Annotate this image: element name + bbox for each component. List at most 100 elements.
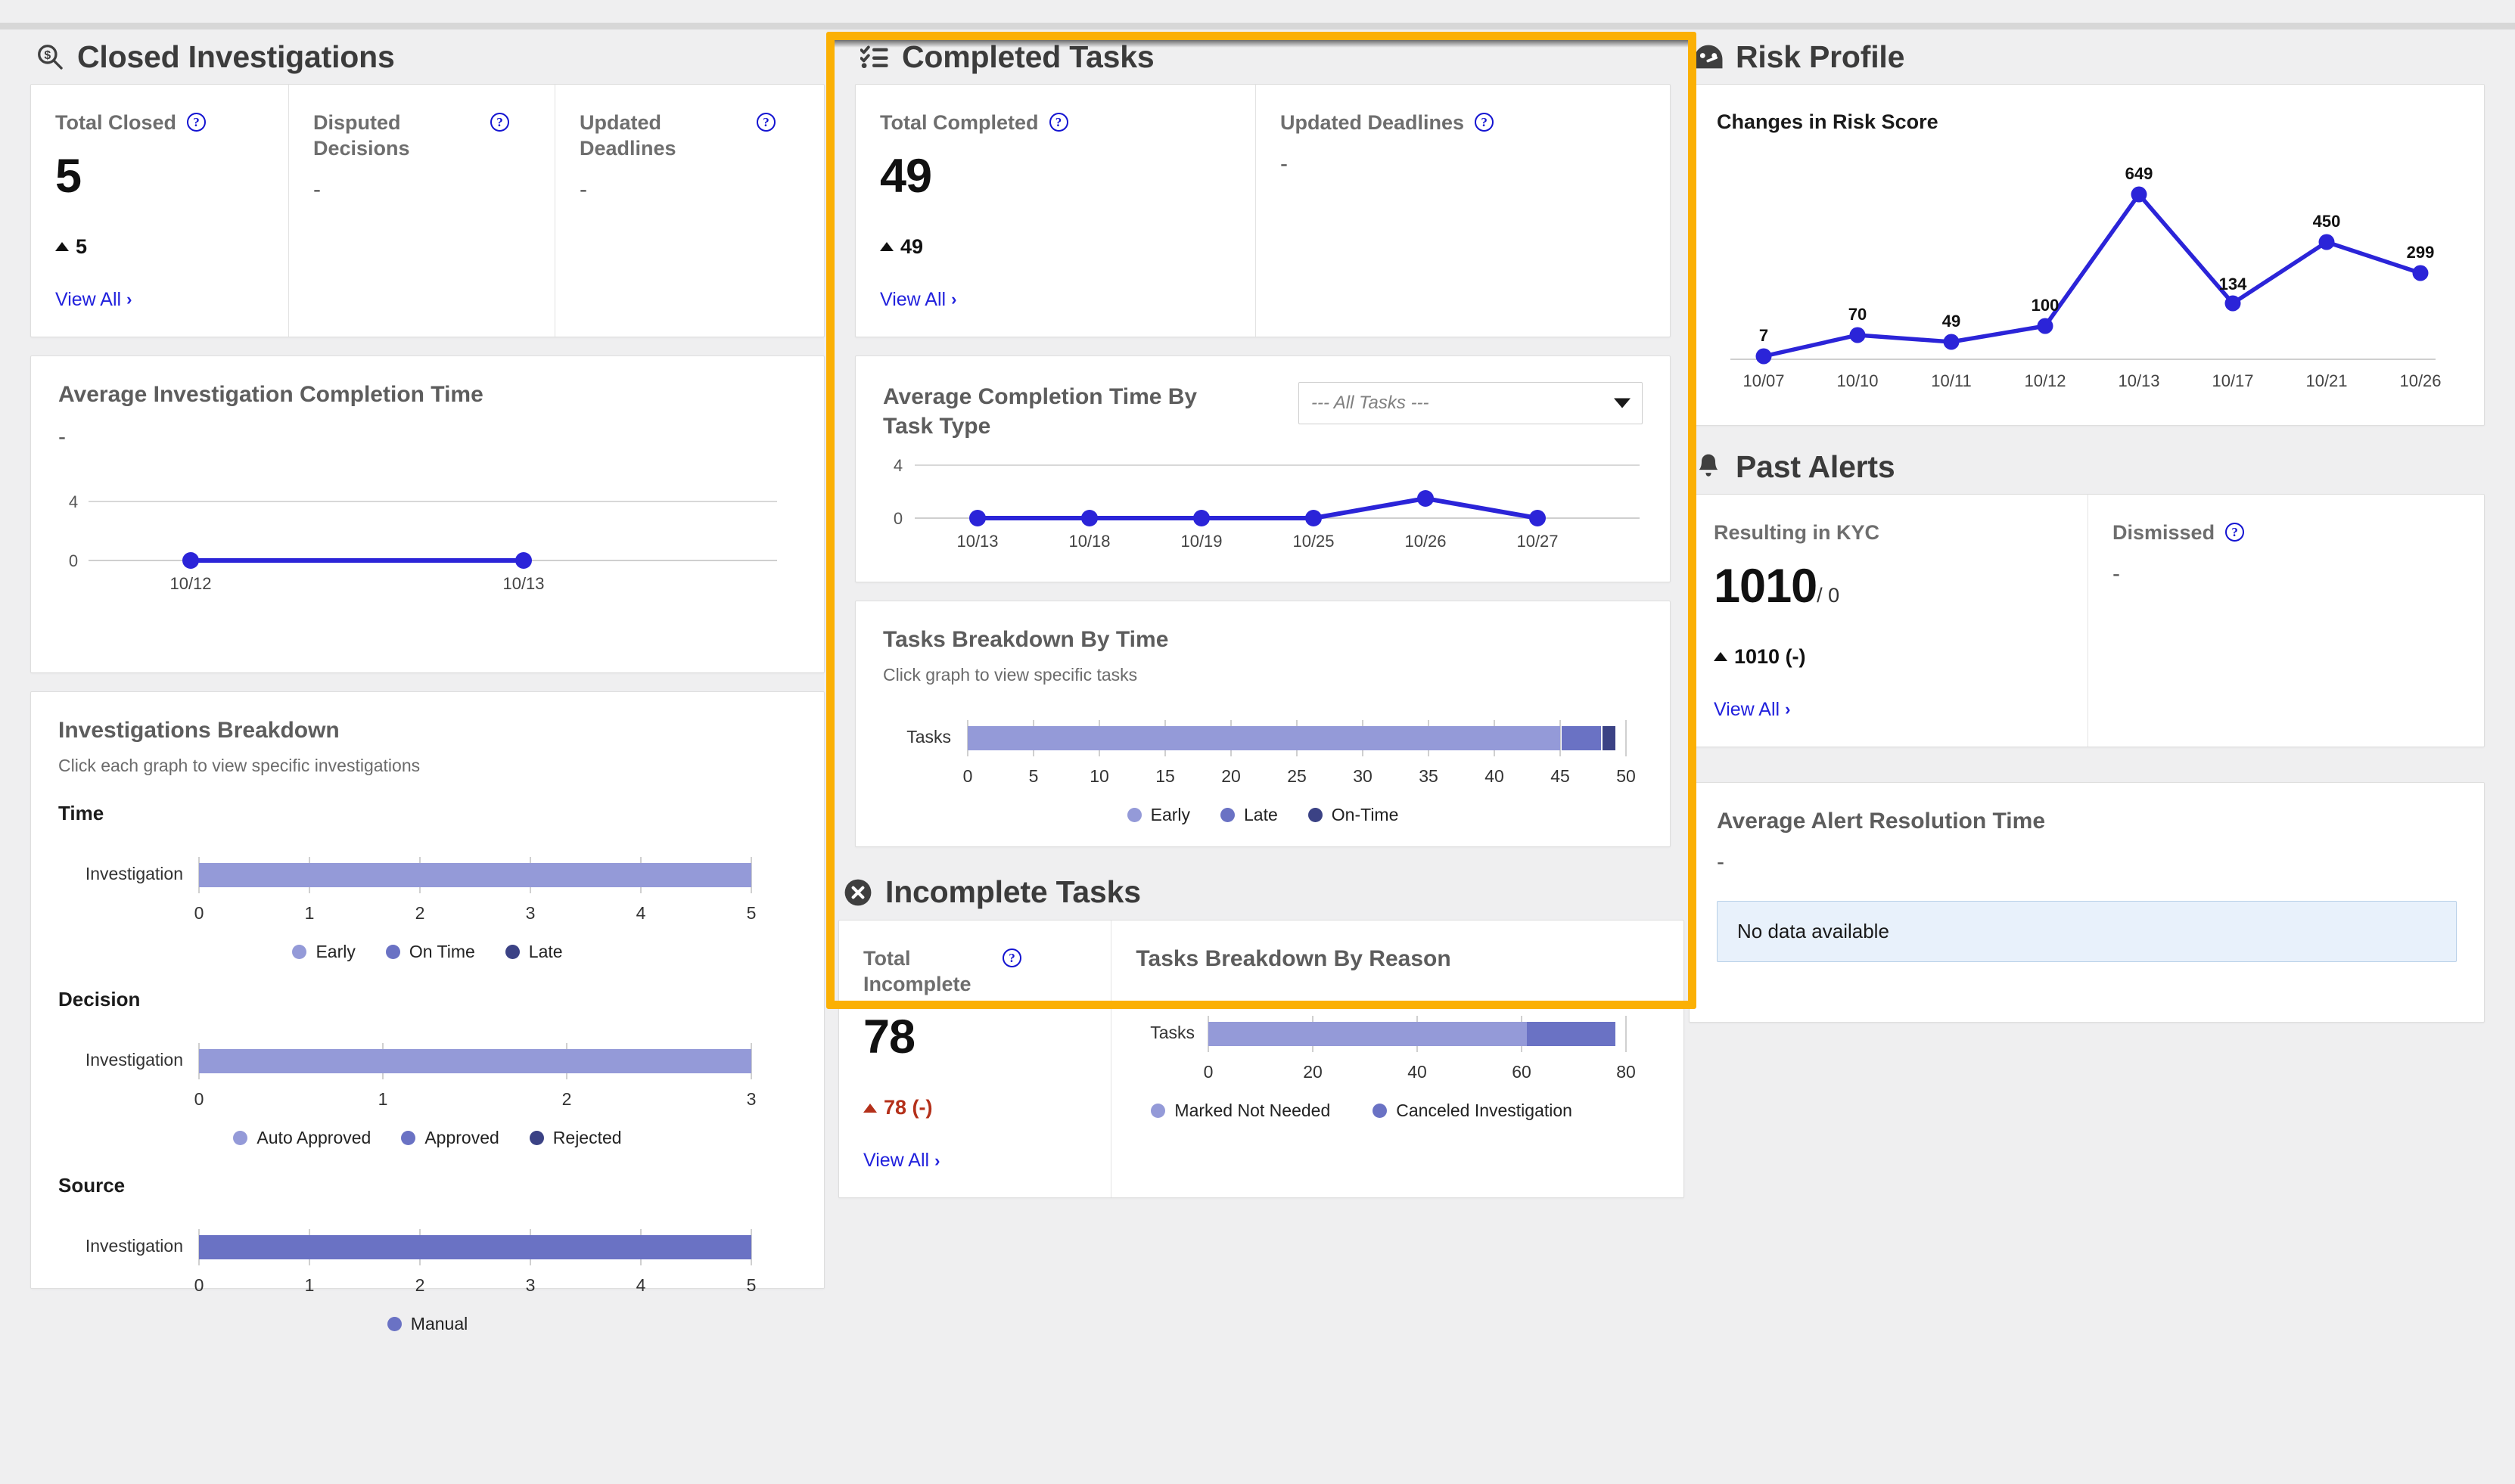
help-icon[interactable]: ? [1475,113,1494,132]
legend-item[interactable]: On-Time [1307,805,1398,825]
stat-delta-value: 49 [900,234,924,258]
investigations-breakdown-card: Investigations Breakdown Click each grap… [30,691,825,1333]
legend-dot-on-time [1307,807,1323,822]
help-icon[interactable]: ? [757,113,776,132]
view-all-label: View All [880,288,947,310]
section-title: Past Alerts [1736,449,1895,484]
stat-label: Total Completed [880,111,1039,134]
section-header-incomplete-tasks: Incomplete Tasks [838,865,1684,920]
svg-text:649: 649 [2125,164,2153,183]
source-stacked-bar-chart[interactable]: Investigation 0 1 2 3 4 5 [58,1215,797,1297]
tasks-by-time-legend: Early Late On-Time [883,805,1643,825]
task-type-select[interactable]: --- All Tasks --- [1298,381,1643,424]
legend-label: Early [316,941,356,961]
legend-dot-manual [387,1316,402,1331]
chart-subtitle: Click graph to view specific tasks [883,664,1138,685]
svg-text:5: 5 [747,903,757,923]
stat-value: - [1280,151,1288,176]
legend-dot-canceled-investigation [1373,1103,1388,1118]
legend-dot-approved [401,1130,416,1145]
legend-item[interactable]: Approved [401,1128,499,1148]
risk-score-line-chart[interactable]: 7 70 49 100 649 134 450 299 10/07 10/10 … [1717,154,2457,403]
stat-header: Updated Deadlines ? [1280,110,1647,136]
tasks-by-reason-legend: Marked Not Needed Canceled Investigation [1136,1101,1661,1121]
svg-text:10/11: 10/11 [1931,371,1971,390]
svg-text:40: 40 [1484,766,1504,786]
stat-resulting-in-kyc: Resulting in KYC 1010/ 0 1010 (-) View A… [1690,495,2088,747]
legend-item[interactable]: Late [1220,805,1278,825]
svg-text:2: 2 [562,1089,572,1109]
svg-text:10/17: 10/17 [2212,371,2253,390]
stat-delta: 1010 (-) [1714,645,2065,669]
task-type-filter[interactable]: --- All Tasks --- [1298,381,1643,424]
legend-item[interactable]: Marked Not Needed [1151,1101,1330,1121]
svg-text:70: 70 [1848,305,1867,324]
svg-text:2: 2 [415,903,425,923]
stat-header: Dismissed ? [2112,520,2461,546]
tasks-by-time-stacked-bar-chart[interactable]: Tasks 05 10 15 20 25 30 35 40 45 50 [883,706,1643,788]
help-icon[interactable]: ? [187,113,207,132]
legend-item[interactable]: Auto Approved [233,1128,371,1148]
legend-dot-on-time [385,944,400,959]
svg-text:4: 4 [69,492,78,511]
help-icon[interactable]: ? [2225,523,2245,542]
svg-text:1: 1 [305,903,315,923]
avg-completion-line-chart[interactable]: 4 0 10/13 10/18 10/19 10/25 10/26 10/27 [883,450,1643,563]
svg-text:10/07: 10/07 [1742,371,1784,390]
svg-text:Investigation: Investigation [85,1236,183,1256]
caret-up-icon [1714,652,1727,662]
legend-item[interactable]: On Time [385,942,475,962]
legend-item[interactable]: Early [1127,805,1190,825]
svg-text:10/26: 10/26 [1404,532,1446,551]
legend-item[interactable]: Rejected [529,1128,622,1148]
svg-text:0: 0 [894,509,903,528]
view-all-completed-link[interactable]: View All › [880,289,956,311]
legend-item[interactable]: Manual [387,1314,468,1334]
stat-label: Resulting in KYC [1714,521,1880,544]
svg-text:50: 50 [1616,766,1636,786]
caret-up-icon [863,1103,877,1113]
tasks-by-reason-stacked-bar-chart[interactable]: Tasks 0 20 40 60 80 [1136,1002,1661,1084]
time-stacked-bar-chart[interactable]: Investigation 0 1 2 3 4 5 [58,843,797,925]
help-icon[interactable]: ? [490,113,509,132]
legend-dot-marked-not-needed [1151,1103,1166,1118]
svg-text:10/18: 10/18 [1068,532,1110,551]
stat-value: 5 [55,149,82,203]
decision-stacked-bar-chart[interactable]: Investigation 0 1 2 3 [58,1029,797,1111]
avg-investigation-line-chart[interactable]: 4 0 10/12 10/13 [58,468,797,604]
svg-text:2: 2 [415,1275,425,1295]
stat-header: Updated Deadlines ? [580,110,801,162]
help-icon[interactable]: ? [1003,948,1021,967]
view-all-closed-link[interactable]: View All › [55,289,132,311]
breakdown-subtitle: Click each graph to view specific invest… [58,755,421,775]
avg-investigation-completion-card: Average Investigation Completion Time - … [30,355,825,673]
past-alerts-stats-card: Resulting in KYC 1010/ 0 1010 (-) View A… [1689,494,2485,747]
legend-item[interactable]: Canceled Investigation [1373,1101,1572,1121]
view-all-alerts-link[interactable]: View All › [1714,699,1790,721]
stat-value: - [580,176,587,202]
completed-tasks-body: Total Completed ? 49 49 View All › Updat… [838,84,1684,847]
svg-text:1: 1 [378,1089,388,1109]
chart-title: Tasks Breakdown By Reason [1136,945,1451,971]
legend-dot-rejected [529,1130,544,1145]
stat-updated-deadlines: Updated Deadlines ? - [555,85,824,337]
chart-title: Average Alert Resolution Time [1717,808,2046,834]
time-legend: Early On Time Late [58,942,797,962]
legend-dot-auto-approved [233,1130,248,1145]
legend-item[interactable]: Early [292,941,356,962]
closed-investigations-column: $ Closed Investigations Total Closed ? 5… [30,29,825,1333]
avg-completion-by-task-type-card: Average Completion Time By Task Type ---… [855,355,1671,582]
chart-title: Tasks Breakdown By Time [883,626,1169,652]
svg-text:3: 3 [526,903,536,923]
legend-item[interactable]: Late [505,942,563,962]
svg-text:0: 0 [1204,1062,1214,1082]
help-icon[interactable]: ? [1049,113,1068,132]
legend-dot-early [292,944,307,959]
chevron-right-icon: › [951,290,957,309]
legend-dot-late [1220,807,1236,822]
view-all-incomplete-link[interactable]: View All › [863,1150,940,1172]
stat-total-completed: Total Completed ? 49 49 View All › [856,85,1255,337]
stat-header: Total Incomplete ? [863,946,1088,998]
stat-updated-deadlines: Updated Deadlines ? - [1255,85,1670,337]
breakdown-group-decision: Decision Investigation 01 23 Auto Approv… [58,988,797,1148]
